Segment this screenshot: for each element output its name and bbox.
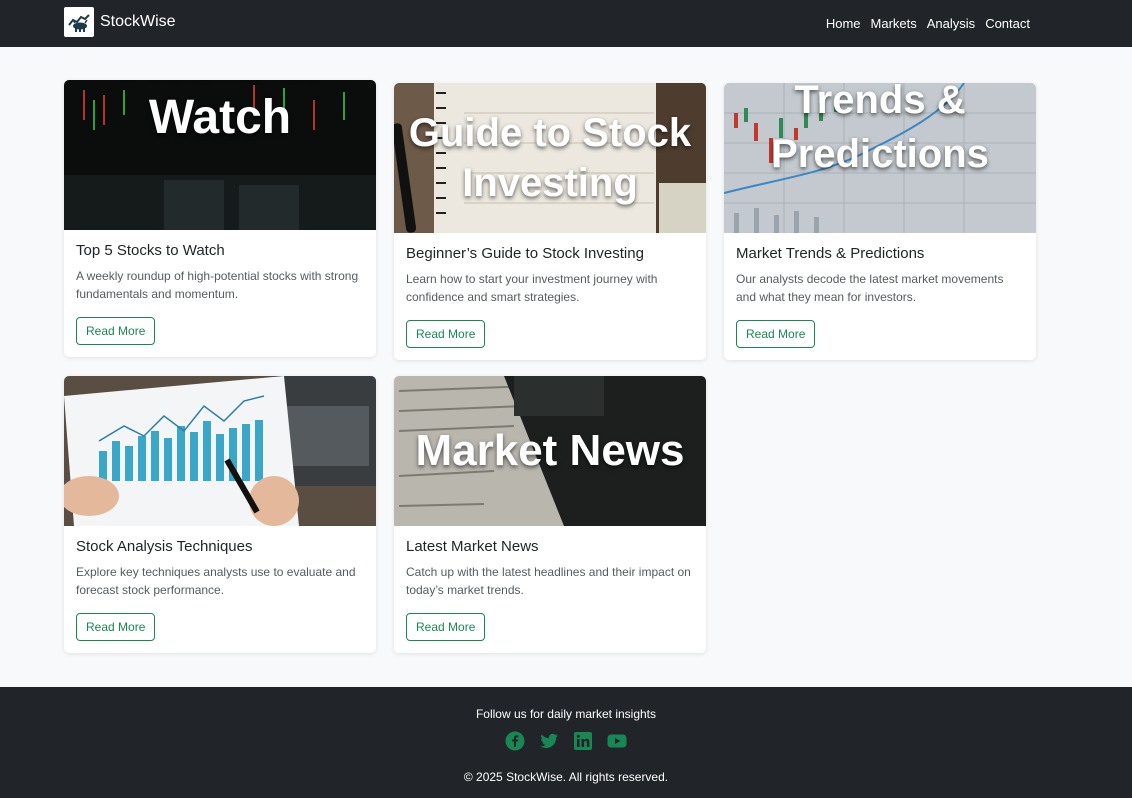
footer: Follow us for daily market insights © 20… [0, 687, 1132, 798]
card-title: Market Trends & Predictions [736, 245, 925, 262]
bull-chart-icon [64, 7, 94, 37]
article-card: Stock Analysis Techniques Explore key te… [64, 376, 376, 653]
nav-home[interactable]: Home [826, 16, 861, 31]
navbar: StockWise Home Markets Analysis Contact [0, 0, 1132, 47]
article-card: Guide to Stock Investing Beginner’s Guid… [394, 83, 706, 360]
card-text: Learn how to start your investment journ… [406, 272, 658, 304]
read-more-button[interactable]: Read More [736, 320, 816, 348]
card-title: Top 5 Stocks to Watch [76, 242, 225, 259]
article-card: Trends & Predictions Market Trends & Pre… [724, 83, 1036, 360]
card-text: Catch up with the latest headlines and t… [406, 565, 691, 597]
read-more-button[interactable]: Read More [406, 320, 486, 348]
card-title: Latest Market News [406, 538, 539, 555]
read-more-button[interactable]: Read More [76, 613, 156, 641]
article-card: Market News Latest Market News Catch up … [394, 376, 706, 653]
card-image [64, 376, 376, 526]
brand-name: StockWise [100, 13, 176, 30]
card-image-caption: Trends & Predictions [771, 83, 989, 176]
card-image: Stocks to Watch [64, 80, 376, 230]
card-image: Guide to Stock Investing [394, 83, 706, 233]
card-image: Trends & Predictions [724, 83, 1036, 233]
twitter-icon[interactable] [539, 731, 559, 751]
card-image-caption: Stocks to Watch [112, 80, 328, 144]
youtube-icon[interactable] [607, 731, 627, 751]
nav-contact[interactable]: Contact [985, 16, 1030, 31]
nav-markets[interactable]: Markets [871, 16, 917, 31]
article-card: Stocks to Watch Top 5 Stocks to Watch A … [64, 80, 376, 357]
card-text: A weekly roundup of high-potential stock… [76, 269, 359, 301]
card-text: Explore key techniques analysts use to e… [76, 565, 356, 597]
card-image-caption: Guide to Stock Investing [408, 111, 692, 205]
facebook-icon[interactable] [505, 731, 525, 751]
read-more-button[interactable]: Read More [76, 317, 156, 345]
card-title: Beginner’s Guide to Stock Investing [406, 245, 644, 262]
card-image: Market News [394, 376, 706, 526]
copyright: © 2025 StockWise. All rights reserved. [463, 770, 669, 784]
footer-tagline: Follow us for daily market insights [475, 707, 657, 721]
linkedin-icon[interactable] [573, 731, 593, 751]
card-title: Stock Analysis Techniques [76, 538, 253, 555]
card-image-caption: Market News [415, 426, 685, 475]
brand-link[interactable]: StockWise [64, 7, 176, 37]
card-image-caption [64, 376, 376, 526]
nav-analysis[interactable]: Analysis [927, 16, 975, 31]
card-text: Our analysts decode the latest market mo… [736, 272, 1004, 304]
nav-menu: Home Markets Analysis Contact [816, 0, 1030, 47]
read-more-button[interactable]: Read More [406, 613, 486, 641]
social-links [0, 731, 1132, 751]
